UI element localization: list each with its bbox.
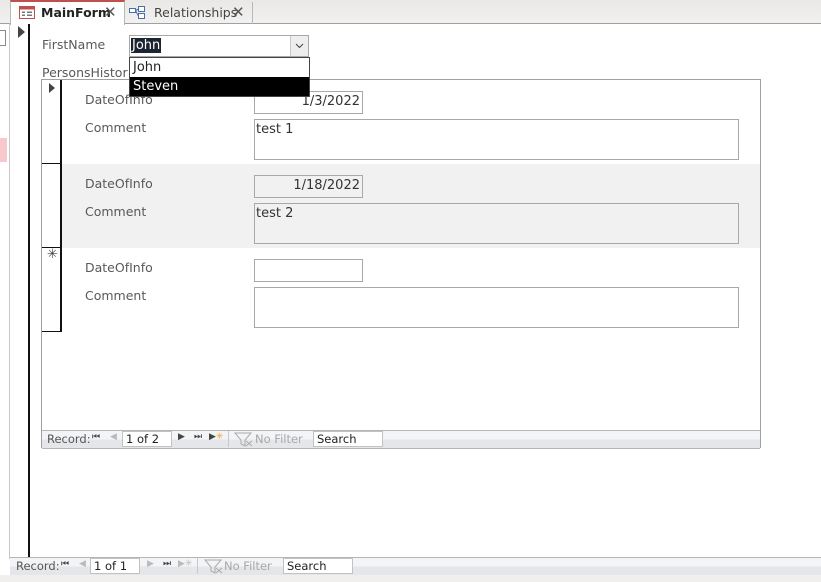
new-record-asterisk-icon: ✳ xyxy=(47,247,58,262)
chevron-down-icon xyxy=(295,43,304,49)
current-record-arrow-icon xyxy=(49,83,55,93)
new-record-icon[interactable]: ▶✳ xyxy=(178,559,192,569)
dropdown-option[interactable]: John xyxy=(130,58,309,77)
navigation-pane-selected-item-edge xyxy=(0,138,7,162)
filter-icon xyxy=(234,432,253,447)
comment-label: Comment xyxy=(85,204,147,219)
firstname-dropdown-list: John Steven xyxy=(129,57,310,97)
tab-label: Relationships xyxy=(154,5,238,20)
dropdown-option[interactable]: Steven xyxy=(130,77,309,96)
tab-mainform[interactable]: MainForm ✕ xyxy=(10,0,125,25)
subform-new-record: ✳ DateOfInfo Comment xyxy=(42,247,760,332)
dateofinfo-field[interactable] xyxy=(254,259,363,282)
first-record-icon[interactable]: ⏮ xyxy=(92,432,100,442)
first-record-icon[interactable]: ⏮ xyxy=(61,559,69,569)
no-filter-button[interactable]: No Filter xyxy=(255,432,303,446)
previous-record-icon[interactable]: ◀ xyxy=(79,559,86,569)
filter-icon xyxy=(204,559,223,574)
form-icon xyxy=(19,6,35,19)
divider xyxy=(228,431,229,447)
firstname-value[interactable]: John xyxy=(131,38,162,53)
current-record-arrow-icon xyxy=(18,26,25,38)
subform-record-navigation-bar: Record: ⏮ ◀ 1 of 2 ▶ ⏭ ▶✳ No Filter Sear… xyxy=(42,430,760,449)
next-record-icon[interactable]: ▶ xyxy=(178,432,185,442)
last-record-icon[interactable]: ⏭ xyxy=(194,432,202,442)
dateofinfo-label: DateOfInfo xyxy=(85,176,153,191)
last-record-icon[interactable]: ⏭ xyxy=(163,559,171,569)
dateofinfo-label: DateOfInfo xyxy=(85,260,153,275)
comment-field[interactable]: test 2 xyxy=(254,203,739,244)
subform-record: DateOfInfo 1/18/2022 Comment test 2 xyxy=(42,164,760,248)
tab-relationships[interactable]: Relationships ✕ xyxy=(125,2,253,24)
record-selector[interactable] xyxy=(42,164,62,248)
record-selector[interactable] xyxy=(42,80,62,164)
comment-label: Comment xyxy=(85,120,147,135)
main-record-selector[interactable] xyxy=(11,24,30,557)
tab-label: MainForm xyxy=(41,5,111,20)
comment-field[interactable] xyxy=(254,287,739,328)
comment-label: Comment xyxy=(85,288,147,303)
previous-record-icon[interactable]: ◀ xyxy=(110,432,117,442)
subform-label: PersonsHistor xyxy=(42,65,128,80)
close-icon[interactable]: ✕ xyxy=(232,3,245,21)
combobox-dropdown-button[interactable] xyxy=(290,36,308,56)
navigation-pane-edge xyxy=(0,24,10,559)
no-filter-button[interactable]: No Filter xyxy=(224,559,272,573)
comment-field[interactable]: test 1 xyxy=(254,119,739,160)
record-selector[interactable]: ✳ xyxy=(42,247,62,332)
status-bar-edge xyxy=(0,575,821,582)
record-label: Record: xyxy=(16,559,60,573)
persons-history-subform: DateOfInfo 1/3/2022 Comment test 1 DateO… xyxy=(41,79,761,449)
navigation-pane-search-edge xyxy=(0,30,6,46)
main-record-navigation-bar: Record: ⏮ ◀ 1 of 1 ▶ ⏭ ▶✳ No Filter Sear… xyxy=(10,557,821,576)
record-position-input[interactable]: 1 of 2 xyxy=(122,431,172,447)
dateofinfo-field[interactable]: 1/18/2022 xyxy=(254,175,363,198)
next-record-icon[interactable]: ▶ xyxy=(147,559,154,569)
divider xyxy=(197,558,198,574)
firstname-label: FirstName xyxy=(42,37,106,52)
search-input[interactable]: Search xyxy=(313,431,383,447)
search-input[interactable]: Search xyxy=(283,558,353,574)
close-icon[interactable]: ✕ xyxy=(104,3,117,21)
record-position-input[interactable]: 1 of 1 xyxy=(90,558,140,574)
relationships-icon xyxy=(129,6,145,19)
record-label: Record: xyxy=(47,432,91,446)
new-record-icon[interactable]: ▶✳ xyxy=(209,432,223,442)
firstname-combobox[interactable]: John xyxy=(129,35,309,57)
